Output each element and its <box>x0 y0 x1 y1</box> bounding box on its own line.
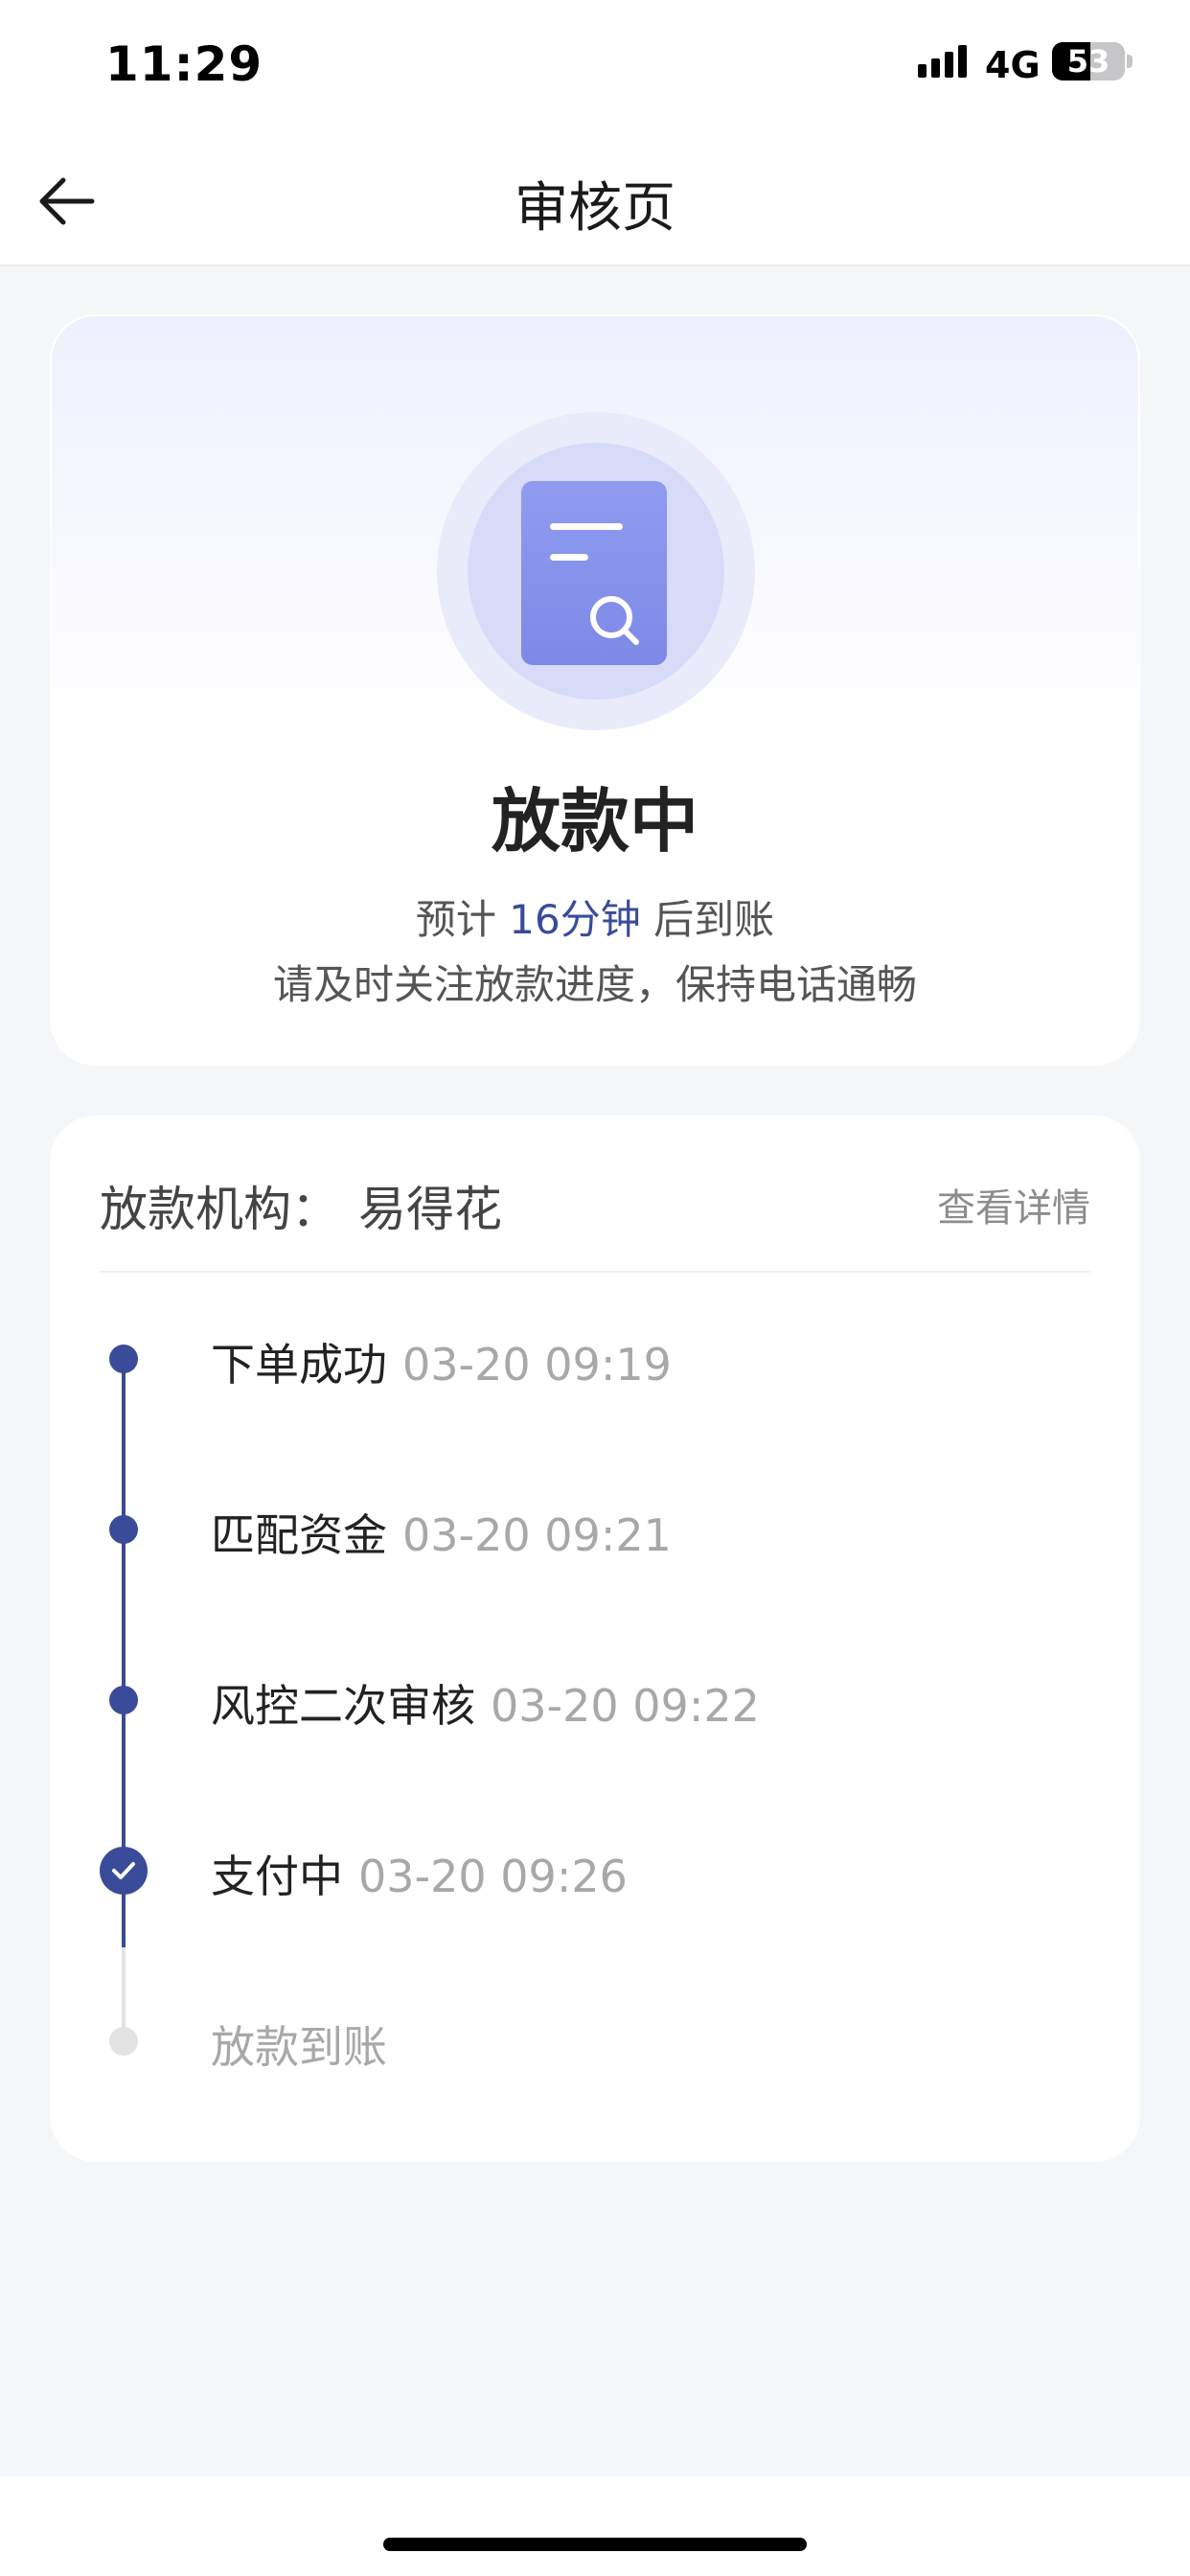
home-indicator-area <box>0 2476 1190 2576</box>
status-note: 请及时关注放款进度，保持电话通畅 <box>272 961 917 1008</box>
status-illustration <box>437 412 755 730</box>
eta-value: 16分钟 <box>509 896 641 943</box>
battery-icon: 53 <box>1052 42 1125 80</box>
arrival-estimate: 预计 16分钟 后到账 <box>52 887 1138 946</box>
step-time: 03-20 09:19 <box>402 1339 672 1391</box>
battery-cap <box>1127 55 1133 68</box>
battery-level: 53 <box>1066 43 1110 80</box>
home-indicator[interactable] <box>383 2538 807 2551</box>
step-time: 03-20 09:22 <box>491 1680 760 1732</box>
loan-progress-card: 放款机构： 易得花 查看详情 下单成功 03-20 09:19 匹配资金 03-20 0… <box>50 1116 1140 2162</box>
timeline-dot <box>109 1515 138 1544</box>
timeline-dot <box>109 1345 138 1373</box>
eta-suffix: 后到账 <box>653 896 775 943</box>
status-bar: 11:29 4G 53 <box>0 0 1190 134</box>
timeline-step: 风控二次审核 03-20 09:22 <box>211 1671 760 1735</box>
timeline-step: 下单成功 03-20 09:19 <box>211 1330 672 1393</box>
signal-strength-icon <box>918 45 970 78</box>
loan-review-page: 11:29 4G 53 审核页 放款中 预计 16分钟 后到账 请及时关注放款进… <box>0 0 1190 2576</box>
loan-status-card: 放款中 预计 16分钟 后到账 请及时关注放款进度，保持电话通畅 <box>50 314 1140 1066</box>
timeline-step: 匹配资金 03-20 09:21 <box>211 1501 672 1564</box>
timeline-connector <box>122 1359 126 1530</box>
timeline-connector <box>122 1700 126 1871</box>
document-search-icon <box>521 481 667 665</box>
progress-timeline: 下单成功 03-20 09:19 匹配资金 03-20 09:21 风控二次审核 03-2… <box>50 1116 1140 2162</box>
nav-bar: 审核页 <box>0 134 1190 266</box>
timeline-step: 支付中 03-20 09:26 <box>211 1842 628 1905</box>
step-time: 03-20 09:21 <box>402 1509 672 1561</box>
check-icon <box>100 1847 148 1895</box>
step-name: 放款到账 <box>211 2021 387 2073</box>
eta-prefix: 预计 <box>415 896 496 943</box>
timeline-step: 放款到账 <box>211 2012 387 2076</box>
step-name: 支付中 <box>211 1851 343 1902</box>
step-name: 风控二次审核 <box>211 1680 475 1732</box>
page-title: 审核页 <box>515 177 675 240</box>
step-name: 匹配资金 <box>211 1509 387 1561</box>
step-name: 下单成功 <box>211 1339 387 1391</box>
illustration-inner-circle <box>468 443 724 700</box>
step-time: 03-20 09:26 <box>358 1851 628 1902</box>
timeline-connector <box>122 1530 126 1700</box>
network-type: 4G <box>985 44 1041 86</box>
timeline-dot <box>109 2027 138 2056</box>
timeline-dot <box>109 1686 138 1714</box>
status-time: 11:29 <box>105 36 263 92</box>
loan-status-title: 放款中 <box>491 781 698 862</box>
